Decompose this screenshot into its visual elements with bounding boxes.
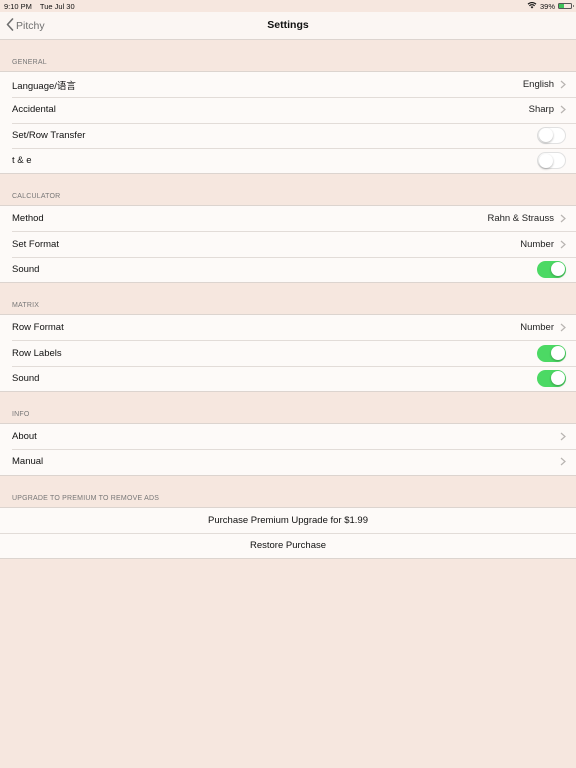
settings-list: GENERAL Language/语言 English Accidental S… (0, 40, 576, 560)
premium-group: Purchase Premium Upgrade for $1.99 Resto… (0, 506, 576, 560)
section-header-info: INFO (12, 410, 30, 418)
about-row[interactable]: About (0, 424, 576, 449)
chevron-right-icon (560, 214, 566, 223)
manual-row[interactable]: Manual (0, 449, 576, 474)
toggle-knob (550, 262, 565, 277)
accidental-row[interactable]: Accidental Sharp (0, 97, 576, 122)
chevron-right-icon (560, 80, 566, 89)
info-group: About Manual (0, 422, 576, 476)
toggle-knob (538, 128, 553, 143)
toggle-knob (550, 346, 565, 361)
row-label: Row Format (12, 322, 64, 334)
set-format-row[interactable]: Set Format Number (0, 231, 576, 256)
row-label: Purchase Premium Upgrade for $1.99 (208, 514, 368, 526)
matrix-sound-row: Sound (0, 365, 576, 391)
section-header-calculator: CALCULATOR (12, 193, 61, 201)
battery-percent: 39% (539, 1, 555, 11)
chevron-right-icon (560, 240, 566, 249)
row-label: t & e (12, 155, 32, 167)
row-value: Sharp (528, 104, 554, 116)
method-row[interactable]: Method Rahn & Strauss (0, 206, 576, 231)
row-value: English (522, 79, 554, 91)
row-labels-row: Row Labels (0, 340, 576, 365)
row-label: Method (12, 213, 44, 225)
row-labels-toggle[interactable] (537, 344, 566, 362)
section-header-matrix: MATRIX (12, 302, 40, 310)
set-row-transfer-toggle[interactable] (537, 126, 566, 144)
toggle-knob (550, 371, 565, 386)
language-row[interactable]: Language/语言 English (0, 72, 576, 97)
purchase-premium-button[interactable]: Purchase Premium Upgrade for $1.99 (0, 508, 576, 533)
row-value: Rahn & Strauss (487, 213, 554, 225)
row-label: Restore Purchase (249, 540, 327, 551)
battery-icon (558, 3, 574, 9)
chevron-right-icon (560, 432, 566, 441)
wifi-icon (527, 1, 537, 11)
chevron-right-icon (560, 323, 566, 332)
row-label: Set/Row Transfer (12, 129, 86, 141)
t-e-toggle[interactable] (537, 152, 566, 170)
chevron-right-icon (560, 457, 566, 466)
section-header-general: GENERAL (12, 59, 47, 66)
calculator-group: Method Rahn & Strauss Set Format Number … (0, 205, 576, 284)
set-row-transfer-row: Set/Row Transfer (0, 122, 576, 148)
row-format-row[interactable]: Row Format Number (0, 315, 576, 340)
restore-purchase-button[interactable]: Restore Purchase (0, 532, 576, 558)
row-label: Sound (12, 263, 40, 275)
row-label: Set Format (12, 238, 59, 250)
page-title: Settings (267, 19, 309, 31)
matrix-sound-toggle[interactable] (537, 369, 566, 387)
row-label: Row Labels (12, 347, 62, 359)
section-header-premium: UPGRADE TO PREMIUM TO REMOVE ADS (12, 494, 160, 502)
row-label: Manual (12, 456, 44, 468)
navigation-bar: Pitchy Settings (0, 12, 576, 40)
row-value: Number (520, 322, 554, 334)
general-group: Language/语言 English Accidental Sharp Set… (0, 71, 576, 175)
status-time: 9:10 PM (4, 2, 32, 11)
matrix-group: Row Format Number Row Labels Sound (0, 314, 576, 392)
row-value: Number (520, 238, 554, 250)
calculator-sound-toggle[interactable] (537, 260, 566, 278)
row-label: About (12, 431, 37, 443)
calculator-sound-row: Sound (0, 256, 576, 282)
row-label: Sound (12, 372, 40, 384)
toggle-knob (538, 153, 553, 168)
row-label: Language/语言 (12, 80, 76, 92)
status-date: Tue Jul 30 (39, 2, 75, 11)
t-e-row: t & e (0, 147, 576, 173)
status-bar: 9:10 PM Tue Jul 30 39% (0, 0, 576, 12)
battery-level (559, 4, 564, 8)
row-label: Accidental (12, 104, 56, 116)
chevron-right-icon (560, 105, 566, 114)
